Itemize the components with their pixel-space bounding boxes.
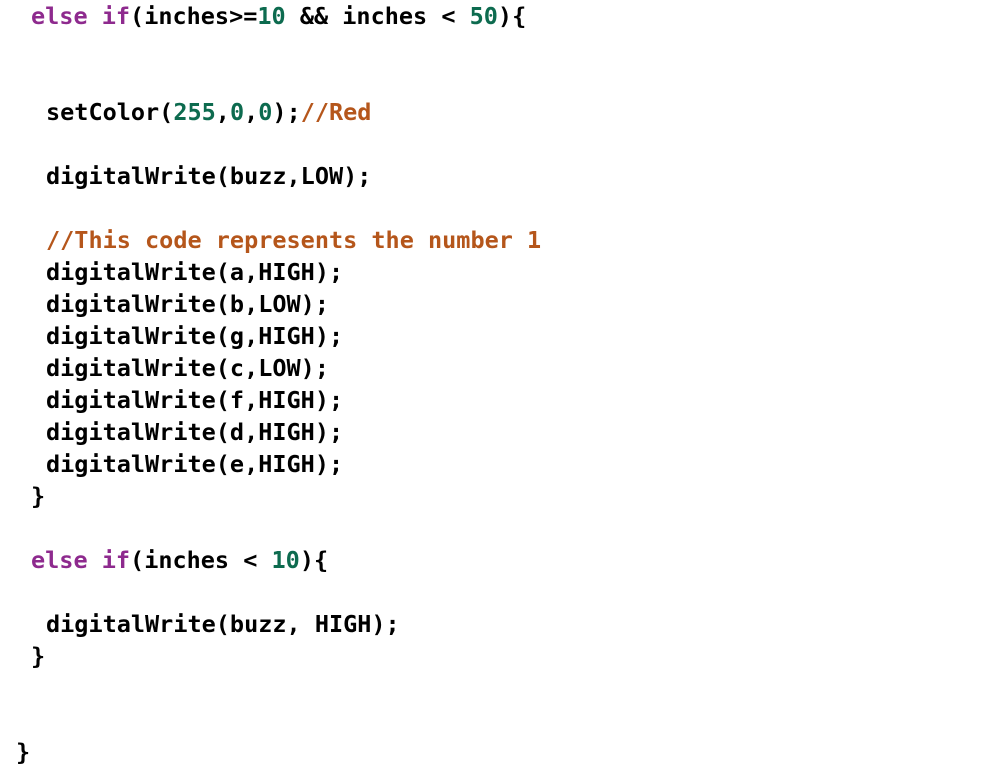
- code-token-kw: else: [31, 546, 88, 574]
- code-token-comment: //Red: [300, 98, 372, 126]
- code-token-plain: digitalWrite(a,HIGH);: [46, 258, 344, 286]
- code-line: digitalWrite(a,HIGH);: [0, 256, 992, 288]
- code-token-plain: digitalWrite(e,HIGH);: [46, 450, 344, 478]
- code-line: digitalWrite(f,HIGH);: [0, 384, 992, 416]
- code-token-plain: }: [31, 482, 46, 510]
- code-token-comment: //This code represents the number 1: [46, 226, 542, 254]
- code-token-plain: ,: [215, 98, 230, 126]
- code-line: digitalWrite(g,HIGH);: [0, 320, 992, 352]
- code-token-num: 0: [229, 98, 245, 126]
- code-token-num: 10: [257, 2, 286, 30]
- code-line: else if(inches>=10 && inches < 50){: [0, 0, 992, 32]
- code-listing: else if(inches>=10 && inches < 50){ setC…: [0, 0, 992, 768]
- code-line: }: [0, 480, 992, 512]
- code-line: else if(inches < 10){: [0, 544, 992, 576]
- code-token-plain: digitalWrite(b,LOW);: [46, 290, 329, 318]
- code-token-plain: setColor(: [46, 98, 174, 126]
- code-token-plain: digitalWrite(g,HIGH);: [46, 322, 344, 350]
- code-token-plain: ){: [299, 546, 329, 574]
- code-token-kw: if: [101, 546, 131, 574]
- code-line: digitalWrite(b,LOW);: [0, 288, 992, 320]
- code-line: }: [0, 640, 992, 672]
- code-line: }: [0, 736, 992, 768]
- code-token-plain: digitalWrite(c,LOW);: [46, 354, 329, 382]
- code-token-num: 0: [258, 98, 273, 126]
- code-token-plain: (inches <: [130, 546, 272, 574]
- code-token-plain: }: [16, 738, 31, 766]
- code-token-num: 10: [271, 546, 300, 574]
- code-line: digitalWrite(e,HIGH);: [0, 448, 992, 480]
- code-token-plain: ,: [244, 98, 259, 126]
- code-token-plain: && inches <: [285, 2, 470, 30]
- code-line: digitalWrite(buzz,LOW);: [0, 160, 992, 192]
- code-token-kw: if: [101, 2, 131, 30]
- code-token-plain: );: [272, 98, 301, 126]
- code-token-plain: digitalWrite(d,HIGH);: [46, 418, 344, 446]
- code-line: //This code represents the number 1: [0, 224, 992, 256]
- code-token-num: 50: [469, 2, 498, 30]
- code-token-plain: ){: [497, 2, 527, 30]
- code-token-kw: else: [31, 2, 88, 30]
- code-token-plain: digitalWrite(buzz, HIGH);: [46, 610, 400, 638]
- code-line: digitalWrite(d,HIGH);: [0, 416, 992, 448]
- code-token-plain: digitalWrite(f,HIGH);: [46, 386, 344, 414]
- code-token-plain: (inches>=: [130, 2, 258, 30]
- code-line: setColor(255,0,0);//Red: [0, 96, 992, 128]
- code-line: digitalWrite(c,LOW);: [0, 352, 992, 384]
- code-line: digitalWrite(buzz, HIGH);: [0, 608, 992, 640]
- code-token-num: 255: [173, 98, 216, 126]
- code-token-plain: digitalWrite(buzz,LOW);: [46, 162, 372, 190]
- code-token-plain: }: [31, 642, 46, 670]
